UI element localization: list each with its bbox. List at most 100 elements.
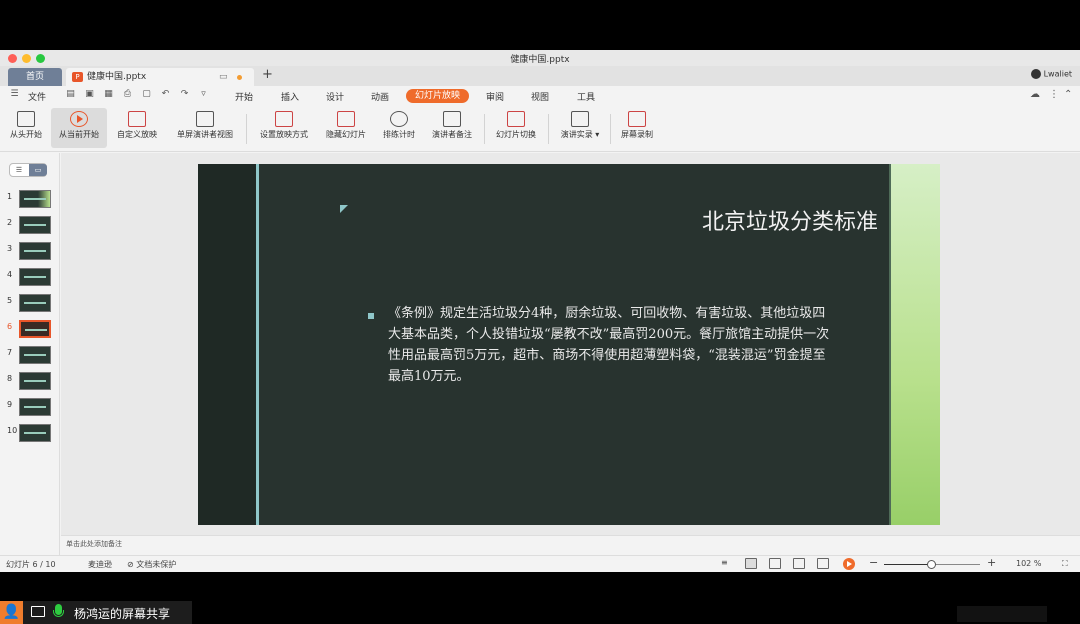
export-pdf-icon[interactable]: ▦ — [103, 89, 114, 100]
notes-pane[interactable]: 单击此处添加备注 — [61, 535, 1080, 555]
app-window: 健康中国.pptx 首页 P 健康中国.pptx ▭ + Lwaliet ☰ 文… — [0, 50, 1080, 572]
slide-sorter-icon[interactable] — [769, 558, 781, 569]
redo-icon[interactable]: ↷ — [179, 89, 190, 100]
slide-thumbnail[interactable]: 1 — [5, 190, 53, 208]
screen: 健康中国.pptx 首页 P 健康中国.pptx ▭ + Lwaliet ☰ 文… — [0, 0, 1080, 624]
screen-share-bar: 👤 杨鸿运的屏幕共享 — [0, 601, 192, 624]
setup-show-button[interactable]: 设置放映方式 — [255, 108, 313, 148]
menu-slideshow[interactable]: 幻灯片放映 — [406, 89, 469, 103]
from-current-button[interactable]: 从当前开始 — [51, 108, 107, 148]
screen-share-icon[interactable] — [31, 606, 45, 617]
setup-show-icon — [275, 111, 293, 127]
slide-preview — [19, 320, 51, 338]
menu-view[interactable]: 视图 — [531, 90, 549, 103]
quick-access-dropdown-icon[interactable]: ▿ — [198, 89, 209, 100]
slide-thumbnail[interactable]: 2 — [5, 216, 53, 234]
custom-show-button[interactable]: 自定义放映 — [112, 108, 162, 148]
menu-home[interactable]: 开始 — [235, 90, 253, 103]
menu-insert[interactable]: 插入 — [281, 90, 299, 103]
menu-review[interactable]: 审阅 — [486, 90, 504, 103]
slide-editing-canvas: 北京垃圾分类标准 《条例》规定生活垃圾分4种，厨余垃圾、可回收物、有害垃圾、其他… — [61, 153, 1080, 535]
screen-record-label: 屏幕录制 — [621, 130, 653, 139]
slide-thumbnail[interactable]: 9 — [5, 398, 53, 416]
current-slide[interactable]: 北京垃圾分类标准 《条例》规定生活垃圾分4种，厨余垃圾、可回收物、有害垃圾、其他… — [198, 164, 940, 525]
slide-body-text[interactable]: 《条例》规定生活垃圾分4种，厨余垃圾、可回收物、有害垃圾、其他垃圾四大基本品类，… — [388, 303, 833, 387]
menu-animation[interactable]: 动画 — [371, 90, 389, 103]
zoom-in-button[interactable]: + — [987, 556, 996, 569]
tab-document[interactable]: P 健康中国.pptx ▭ — [66, 68, 254, 86]
cloud-sync-icon[interactable]: ☁ — [1030, 89, 1040, 100]
undo-icon[interactable]: ↶ — [160, 89, 171, 100]
slide-left-band — [198, 164, 256, 525]
fit-window-icon[interactable]: ⛶ — [1062, 559, 1068, 569]
transition-icon — [507, 111, 525, 127]
presenter-view-button[interactable]: 单屏演讲者视图 — [171, 108, 239, 148]
slide-thumbnail[interactable]: 5 — [5, 294, 53, 312]
new-tab-button[interactable]: + — [262, 67, 273, 82]
window-title: 健康中国.pptx — [510, 55, 570, 65]
open-folder-icon[interactable]: ▤ — [65, 89, 76, 100]
slide-thumbnail-selected[interactable]: 6 — [5, 320, 53, 338]
zoom-slider-handle[interactable] — [927, 560, 936, 569]
screen-record-button[interactable]: 屏幕录制 — [616, 108, 658, 148]
theme-name[interactable]: 麦迪逊 — [88, 559, 112, 570]
slide-thumbnail[interactable]: 4 — [5, 268, 53, 286]
notes-placeholder: 单击此处添加备注 — [66, 540, 122, 548]
hide-slide-label: 隐藏幻灯片 — [326, 130, 366, 139]
zoom-level[interactable]: 102 % — [1016, 559, 1041, 568]
thumbnail-view-icon[interactable]: ▭ — [29, 164, 47, 176]
ribbon-divider — [484, 114, 485, 144]
print-preview-icon[interactable]: ▢ — [141, 89, 152, 100]
hide-slide-icon — [337, 111, 355, 127]
zoom-slider-fill — [884, 564, 932, 565]
play-slideshow-icon[interactable] — [843, 558, 855, 570]
monitor-icon[interactable]: ▭ — [219, 68, 228, 86]
thumbnail-view-toggle[interactable]: ☰ ▭ — [9, 163, 47, 177]
speaker-notes-button[interactable]: 演讲者备注 — [428, 108, 476, 148]
menu-design[interactable]: 设计 — [326, 90, 344, 103]
slide-preview — [19, 294, 51, 312]
user-account[interactable]: Lwaliet — [1030, 69, 1072, 79]
tab-home[interactable]: 首页 — [8, 68, 62, 86]
zoom-slider[interactable] — [884, 560, 980, 569]
slide-transition-button[interactable]: 幻灯片切换 — [492, 108, 540, 148]
participant-icon[interactable]: 👤 — [0, 601, 23, 624]
slide-thumbnail[interactable]: 3 — [5, 242, 53, 260]
slide-title[interactable]: 北京垃圾分类标准 — [578, 204, 878, 236]
from-start-button[interactable]: 从头开始 — [5, 108, 47, 148]
slide-number: 2 — [7, 218, 13, 227]
notes-toggle-icon[interactable]: ≡ — [721, 558, 733, 569]
slide-thumbnail[interactable]: 10 — [5, 424, 53, 442]
normal-view-icon[interactable] — [745, 558, 757, 569]
slide-counter: 幻灯片 6 / 10 — [6, 560, 56, 569]
document-protection-status[interactable]: ⊘ 文档未保护 — [127, 559, 176, 570]
hamburger-menu-icon[interactable]: ☰ — [9, 89, 20, 100]
slide-preview — [19, 216, 51, 234]
presenter-view-label: 单屏演讲者视图 — [177, 130, 233, 139]
save-icon[interactable]: ▣ — [84, 89, 95, 100]
outline-view-icon[interactable]: ☰ — [10, 164, 28, 176]
ribbon-divider — [610, 114, 611, 144]
slide-thumbnail[interactable]: 8 — [5, 372, 53, 390]
zoom-out-button[interactable]: − — [869, 556, 878, 569]
slide-preview — [19, 424, 51, 442]
record-presentation-label: 演讲实录 ▾ — [560, 130, 600, 139]
unsaved-dot-icon — [237, 75, 242, 80]
more-options-icon[interactable]: ⋮ — [1049, 89, 1059, 100]
print-icon[interactable]: ⎙ — [122, 89, 133, 100]
reading-view-icon[interactable] — [793, 558, 805, 569]
slide-thumbnail-panel: ☰ ▭ 1 2 3 4 5 6 7 8 9 10 — [0, 153, 60, 555]
menu-tools[interactable]: 工具 — [577, 90, 595, 103]
collapse-ribbon-icon[interactable]: ⌃ — [1064, 89, 1072, 100]
from-current-label: 从当前开始 — [59, 130, 99, 139]
menu-file[interactable]: 文件 — [28, 90, 46, 103]
record-presentation-button[interactable]: 演讲实录 ▾ — [556, 108, 604, 148]
screen-share-label: 杨鸿运的屏幕共享 — [74, 607, 171, 621]
slide-number: 7 — [7, 348, 13, 357]
slide-thumbnail[interactable]: 7 — [5, 346, 53, 364]
stopwatch-icon — [390, 111, 408, 127]
hide-slide-button[interactable]: 隐藏幻灯片 — [321, 108, 371, 148]
rehearse-timing-button[interactable]: 排练计时 — [378, 108, 420, 148]
presenter-tools-icon[interactable] — [817, 558, 829, 569]
slide-preview — [19, 190, 51, 208]
